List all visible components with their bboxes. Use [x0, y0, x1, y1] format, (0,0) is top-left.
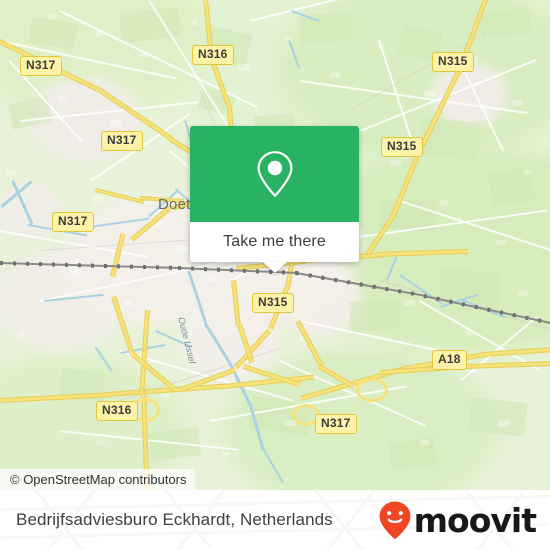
card-icon-area — [190, 126, 359, 222]
map-canvas[interactable]: Doet Oude IJssel N317 N316 N315 N317 N31… — [0, 0, 550, 490]
road-shield-n317-w[interactable]: N317 — [101, 131, 143, 151]
road-shield-n316-n[interactable]: N316 — [192, 45, 234, 65]
location-callout-card[interactable]: Take me there — [190, 126, 359, 273]
map-place-label-doetinchem: Doet — [158, 196, 191, 213]
road-shield-n315-c[interactable]: N315 — [252, 293, 294, 313]
road-shield-n315-e[interactable]: N315 — [381, 137, 423, 157]
footer-bar: Bedrijfsadviesburo Eckhardt, Netherlands… — [0, 490, 550, 550]
moovit-wordmark: moovit — [413, 500, 537, 540]
moovit-logo[interactable]: moovit — [378, 490, 537, 550]
take-me-there-label: Take me there — [223, 233, 326, 250]
take-me-there-button[interactable]: Take me there — [190, 222, 359, 262]
road-shield-n317-nw[interactable]: N317 — [20, 56, 62, 76]
road-shield-n316-s[interactable]: N316 — [96, 401, 138, 421]
moovit-smiley-pin-icon — [379, 501, 411, 539]
road-shield-n317-sw[interactable]: N317 — [52, 212, 94, 232]
osm-attribution[interactable]: © OpenStreetMap contributors — [0, 469, 195, 490]
callout-tail — [262, 262, 287, 273]
map-screenshot: Doet Oude IJssel N317 N316 N315 N317 N31… — [0, 0, 550, 550]
road-shield-a18[interactable]: A18 — [432, 350, 467, 370]
road-shield-n317-s[interactable]: N317 — [315, 414, 357, 434]
location-pin-icon — [257, 151, 292, 197]
road-shield-n315-ne[interactable]: N315 — [432, 52, 474, 72]
location-title: Bedrijfsadviesburo Eckhardt, Netherlands — [16, 510, 333, 529]
